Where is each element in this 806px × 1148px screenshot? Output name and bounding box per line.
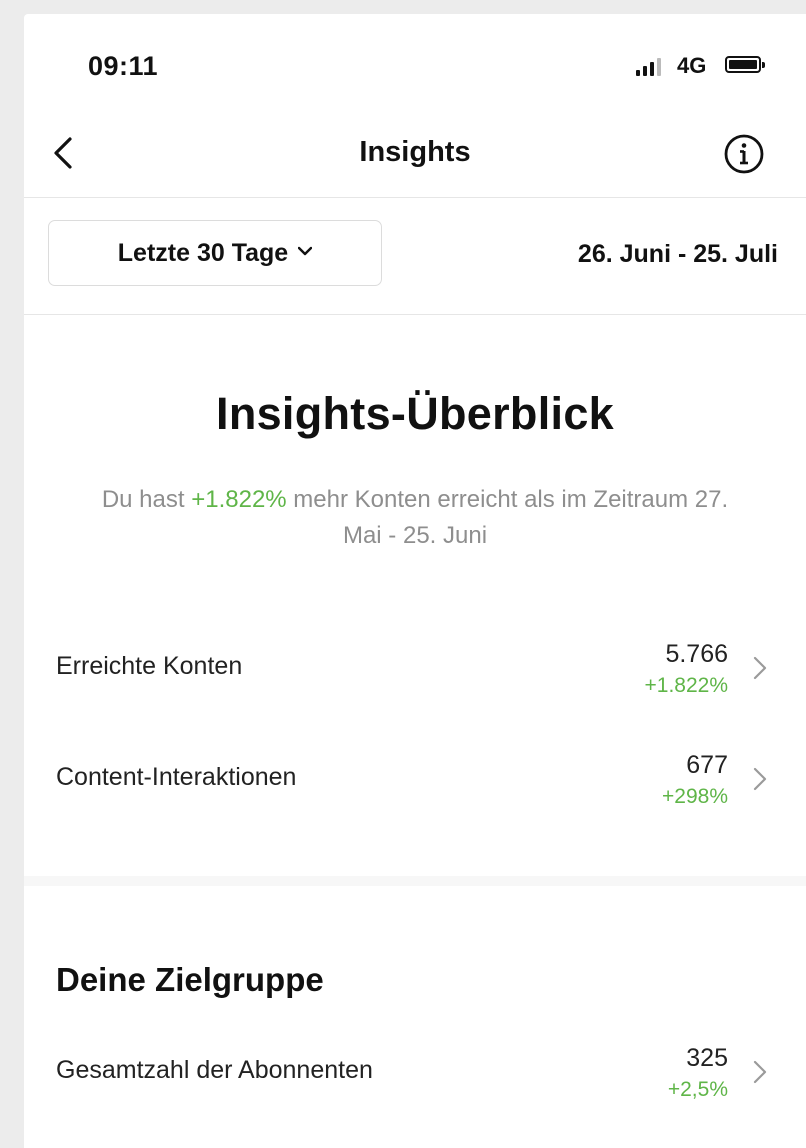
metric-value: 325 (686, 1044, 728, 1072)
metric-row-content-interactions[interactable]: Content-Interaktionen 677 +298% (24, 751, 806, 831)
info-icon (724, 134, 764, 174)
nav-bar: Insights (24, 109, 806, 198)
overview-description: Du hast +1.822% mehr Konten erreicht als… (84, 482, 746, 554)
metric-value: 5.766 (665, 640, 728, 668)
filter-row: Letzte 30 Tage 26. Juni - 25. Juli (24, 198, 806, 315)
chevron-right-icon (753, 1060, 767, 1084)
metric-label: Content-Interaktionen (56, 763, 297, 791)
date-range-label: 26. Juni - 25. Juli (577, 240, 778, 268)
section-divider (24, 876, 806, 886)
chevron-down-icon (298, 246, 313, 256)
metric-change: +2,5% (667, 1078, 728, 1101)
time-range-label: Letzte 30 Tage (117, 238, 289, 267)
metric-value: 677 (686, 751, 728, 779)
overview-desc-before: Du hast (101, 486, 192, 513)
audience-section-title: Deine Zielgruppe (56, 961, 324, 998)
metric-label: Erreichte Konten (56, 652, 243, 680)
metric-row-total-followers[interactable]: Gesamtzahl der Abonnenten 325 +2,5% (24, 1044, 806, 1124)
insights-screen: 09:11 4G Insights Letzte 30 Tage 26. Jun… (24, 14, 806, 1148)
metric-row-reached-accounts[interactable]: Erreichte Konten 5.766 +1.822% (24, 640, 806, 720)
info-button[interactable] (722, 132, 766, 176)
chevron-right-icon (753, 656, 767, 680)
metric-change: +1.822% (644, 674, 729, 697)
network-label: 4G (677, 53, 707, 78)
status-time: 09:11 (88, 51, 159, 81)
signal-icon (636, 58, 661, 76)
metric-change: +298% (662, 785, 728, 808)
metric-label: Gesamtzahl der Abonnenten (56, 1056, 373, 1084)
battery-icon (725, 56, 765, 73)
overview-desc-highlight: +1.822% (191, 486, 287, 513)
overview-desc-after: mehr Konten erreicht als im Zeitraum 27.… (286, 486, 729, 549)
overview-title: Insights-Überblick (216, 388, 614, 439)
status-bar: 09:11 4G (24, 14, 806, 109)
page-title: Insights (359, 136, 471, 168)
chevron-right-icon (753, 767, 767, 791)
time-range-dropdown[interactable]: Letzte 30 Tage (48, 220, 382, 286)
